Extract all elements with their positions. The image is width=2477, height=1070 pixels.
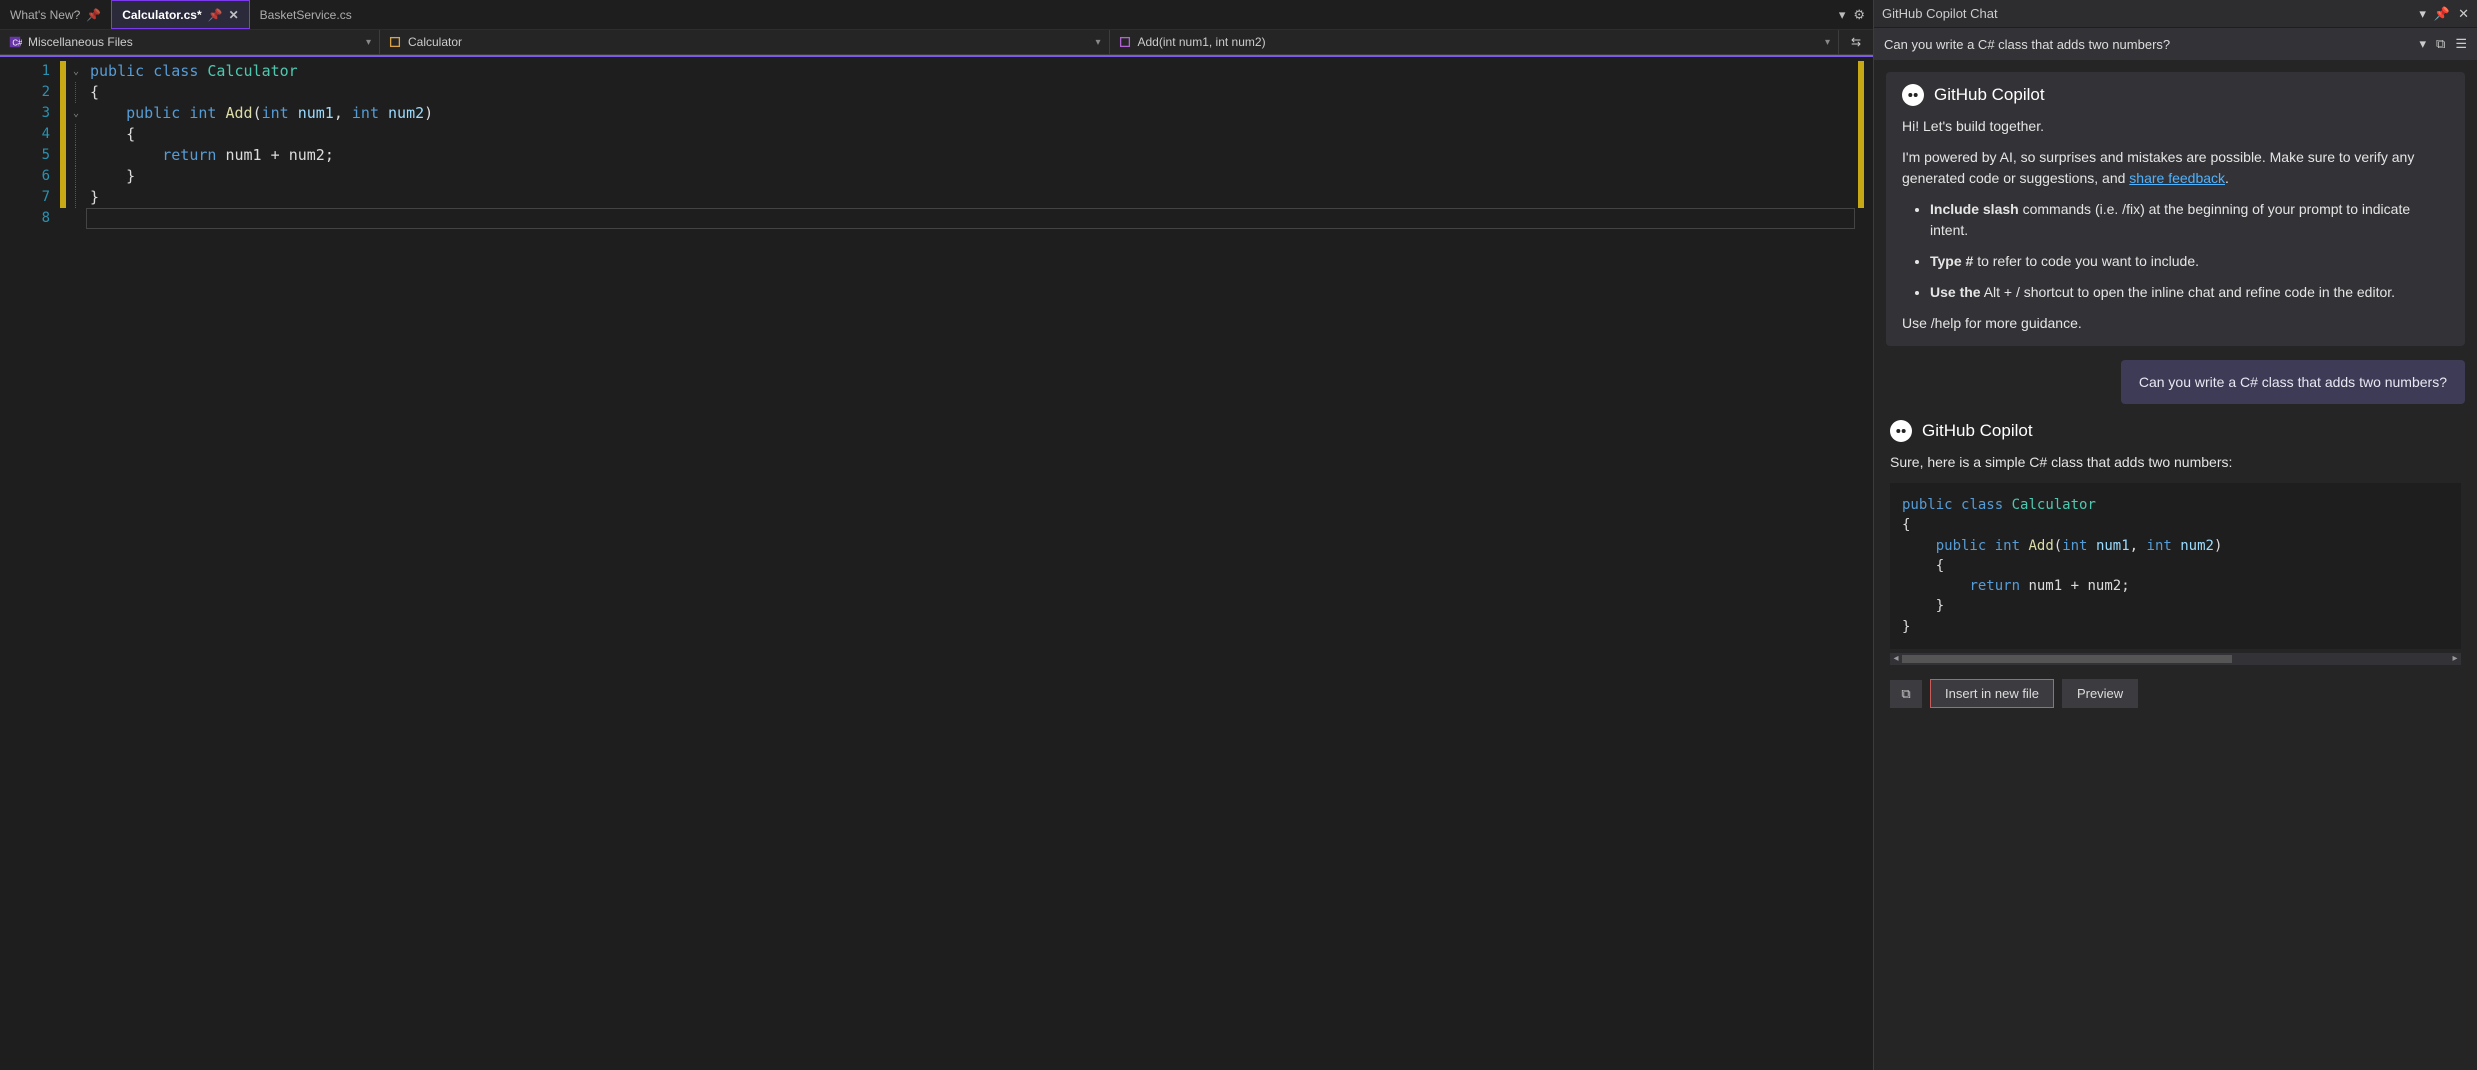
tab-bar: What's New? 📌 Calculator.cs* 📌 ✕ BasketS… [0,0,1873,30]
tab-label: What's New? [10,8,80,22]
tab-basketservice-cs[interactable]: BasketService.cs [250,0,362,29]
nav-class-dropdown[interactable]: Calculator ▾ [380,30,1110,54]
code-line: public int Add(int num1, int num2) [86,103,1855,124]
copilot-code-block: public class Calculator { public int Add… [1890,483,2461,649]
nav-method-dropdown[interactable]: Add(int num1, int num2) ▾ [1110,30,1840,54]
copilot-answer: GitHub Copilot Sure, here is a simple C#… [1886,418,2465,710]
chevron-down-icon: ▾ [1825,37,1830,48]
line-number: 1 [0,61,50,82]
code-line: { [86,82,1855,103]
fold-toggle-icon[interactable]: ⌄ [66,61,86,82]
code-text-area[interactable]: public class Calculator { public int Add… [86,57,1855,1070]
scroll-left-icon[interactable]: ◂ [1890,653,1902,665]
pin-icon[interactable]: 📌 [208,8,223,22]
class-icon [388,35,402,49]
close-icon[interactable]: ✕ [2458,6,2469,22]
user-message-bubble: Can you write a C# class that adds two n… [2121,360,2465,404]
chevron-down-icon: ▾ [366,37,371,48]
line-number: 7 [0,187,50,208]
copilot-tip-item: Use the Alt + / shortcut to open the inl… [1930,282,2449,303]
code-editor[interactable]: 1 2 3 4 5 6 7 8 ⌄ ⌄ public [0,55,1873,1070]
line-number: 8 [0,208,50,229]
tab-calculator-cs[interactable]: Calculator.cs* 📌 ✕ [111,0,249,29]
tab-overflow-dropdown-icon[interactable]: ▾ [1839,7,1846,23]
line-number: 5 [0,145,50,166]
horizontal-scrollbar[interactable]: ◂ ▸ [1890,653,2461,665]
copilot-logo-icon [1890,420,1912,442]
line-number: 3 [0,103,50,124]
code-line: { [86,124,1855,145]
tab-label: BasketService.cs [260,8,352,22]
copilot-input-text[interactable]: Can you write a C# class that adds two n… [1884,37,2410,52]
scrollbar-thumb[interactable] [1902,655,2232,663]
scroll-right-icon[interactable]: ▸ [2449,653,2461,665]
current-line-highlight [86,208,1855,229]
share-feedback-link[interactable]: share feedback [2129,170,2225,186]
csharp-file-icon: C# [8,35,22,49]
navigation-bar: C# Miscellaneous Files ▾ Calculator ▾ Ad… [0,30,1873,55]
line-number: 2 [0,82,50,103]
chevron-down-icon[interactable]: ▾ [2419,6,2426,22]
preview-button[interactable]: Preview [2062,679,2138,708]
copilot-greeting: Hi! Let's build together. [1902,116,2449,137]
svg-text:C#: C# [12,39,22,48]
pin-icon[interactable]: 📌 [86,8,101,22]
tab-label: Calculator.cs* [122,8,201,22]
close-icon[interactable]: ✕ [229,8,239,22]
copilot-input-bar: Can you write a C# class that adds two n… [1874,28,2477,60]
copy-icon: ⧉ [1901,686,1910,702]
split-view-icon[interactable]: ⇆ [1851,35,1861,49]
copilot-help-text: Use /help for more guidance. [1902,313,2449,334]
code-line: public class Calculator [86,61,1855,82]
line-number: 6 [0,166,50,187]
copilot-tip-item: Include slash commands (i.e. /fix) at th… [1930,199,2449,241]
nav-class-label: Calculator [408,35,462,49]
method-icon [1118,35,1132,49]
copilot-title: GitHub Copilot [1922,421,2033,441]
manage-threads-icon[interactable]: ☰ [2455,36,2467,52]
gear-icon[interactable]: ⚙ [1853,7,1865,23]
tab-whats-new[interactable]: What's New? 📌 [0,0,111,29]
line-number-gutter: 1 2 3 4 5 6 7 8 [0,57,60,1070]
insert-in-new-file-button[interactable]: Insert in new file [1930,679,2054,708]
copy-button[interactable]: ⧉ [1890,680,1922,708]
nav-project-dropdown[interactable]: C# Miscellaneous Files ▾ [0,30,380,54]
copilot-tip-item: Type # to refer to code you want to incl… [1930,251,2449,272]
fold-toggle-icon[interactable]: ⌄ [66,103,86,124]
code-folding-column: ⌄ ⌄ [66,57,86,1070]
copilot-logo-icon [1902,84,1924,106]
copilot-panel-header: GitHub Copilot Chat ▾ 📌 ✕ [1874,0,2477,28]
copilot-chat-panel: GitHub Copilot Chat ▾ 📌 ✕ Can you write … [1873,0,2477,1070]
copilot-title: GitHub Copilot [1934,85,2045,105]
new-thread-icon[interactable]: ⧉ [2436,36,2445,52]
code-line: } [86,166,1855,187]
copilot-intro-card: GitHub Copilot Hi! Let's build together.… [1886,72,2465,346]
overview-ruler[interactable] [1855,57,1873,1070]
copilot-answer-text: Sure, here is a simple C# class that add… [1890,452,2461,473]
nav-method-label: Add(int num1, int num2) [1138,35,1266,49]
chevron-down-icon: ▾ [1095,37,1100,48]
user-message-text: Can you write a C# class that adds two n… [2139,374,2447,390]
pin-icon[interactable]: 📌 [2434,6,2450,22]
code-line: return num1 + num2; [86,145,1855,166]
code-line: } [86,187,1855,208]
line-number: 4 [0,124,50,145]
copilot-action-row: ⧉ Insert in new file Preview [1890,679,2461,708]
chevron-down-icon[interactable]: ▾ [2420,36,2427,52]
nav-project-label: Miscellaneous Files [28,35,133,49]
copilot-panel-title: GitHub Copilot Chat [1882,6,1998,21]
